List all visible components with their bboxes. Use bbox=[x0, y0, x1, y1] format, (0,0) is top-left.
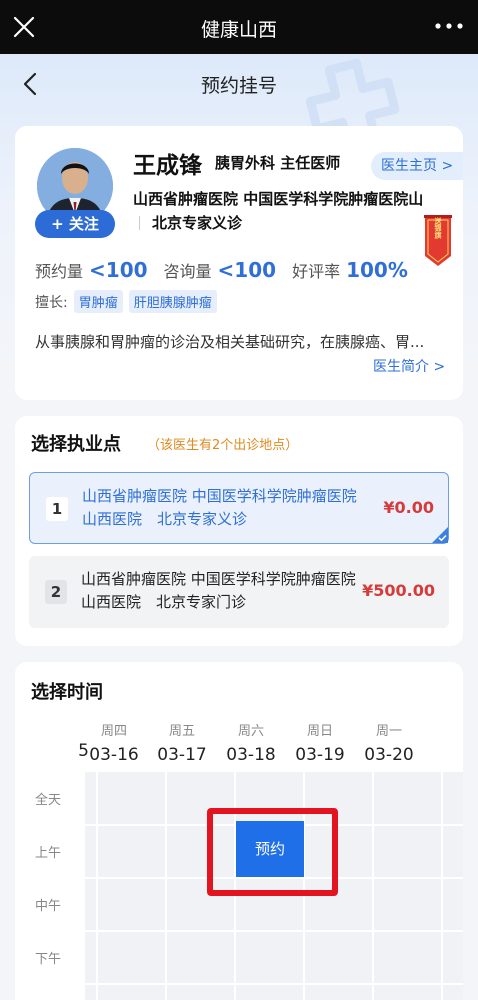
doctor-card: + 关注 王成锋 胰胃外科 主任医师 医生主页 > 山西省肿瘤医院 中国医学科学… bbox=[15, 126, 463, 400]
grid-column bbox=[98, 772, 165, 1000]
selected-check-icon bbox=[432, 527, 448, 543]
rating-value: 100% bbox=[346, 258, 408, 282]
divider bbox=[139, 216, 140, 230]
doctor-stats: 预约量 <100 咨询量 <100 好评率 100% bbox=[35, 258, 424, 282]
grid-divider bbox=[85, 983, 463, 985]
doctor-intro-link[interactable]: 医生简介 > bbox=[373, 356, 445, 376]
weekday-label: 周日 bbox=[306, 724, 333, 739]
grid-column bbox=[443, 772, 463, 1000]
specialty-tag: 胃肿瘤 bbox=[73, 290, 123, 313]
option-text: 山西省肿瘤医院 中国医学科学院肿瘤医院山西医院 北京专家义诊 bbox=[82, 487, 357, 528]
slot-label-afternoon: 下午 bbox=[35, 952, 62, 967]
pennant-label: 送锦旗 bbox=[434, 217, 443, 240]
grid-column bbox=[374, 772, 441, 1000]
doctor-title: 胰胃外科 主任医师 bbox=[215, 154, 341, 172]
slot-label-morning: 上午 bbox=[35, 846, 62, 861]
consult-count-value: <100 bbox=[217, 258, 277, 282]
pennant-banner-icon[interactable]: 送锦旗 bbox=[423, 214, 453, 268]
nav-bar: 预约挂号 bbox=[0, 54, 478, 112]
location-card: 选择执业点 （该医生有2个出诊地点） 1 山西省肿瘤医院 中国医学科学院肿瘤医院… bbox=[15, 416, 463, 646]
app-title-bar: 健康山西 bbox=[0, 0, 478, 54]
date-column[interactable]: 周一 03-20 bbox=[356, 720, 422, 765]
booking-count-label: 预约量 bbox=[35, 262, 84, 281]
clinic-type: 北京专家义诊 bbox=[152, 214, 243, 232]
doctor-name: 王成锋 bbox=[133, 153, 202, 179]
weekday-label: 周五 bbox=[168, 724, 195, 739]
consult-count-label: 咨询量 bbox=[163, 262, 212, 281]
specialty-row: 擅长: 胃肿瘤 肝胆胰腺肿瘤 bbox=[35, 290, 217, 313]
page-title: 预约挂号 bbox=[200, 75, 277, 97]
option-number: 2 bbox=[45, 580, 67, 604]
more-icon[interactable] bbox=[432, 14, 466, 38]
option-price: ¥500.00 bbox=[362, 581, 435, 600]
date-strip[interactable]: 5 周四 03-16 周五 03-17 周六 03-18 周日 03-19 周一… bbox=[77, 720, 463, 770]
highlight-box bbox=[207, 808, 338, 896]
schedule-section-title: 选择时间 bbox=[31, 682, 103, 703]
rating-label: 好评率 bbox=[292, 262, 341, 281]
date-label: 03-18 bbox=[226, 745, 276, 765]
specialty-tag: 肝胆胰腺肿瘤 bbox=[128, 290, 217, 313]
option-number: 1 bbox=[46, 497, 68, 521]
date-label: 03-20 bbox=[364, 745, 414, 765]
follow-button[interactable]: + 关注 bbox=[35, 210, 115, 238]
option-text: 山西省肿瘤医院 中国医学科学院肿瘤医院山西医院 北京专家门诊 bbox=[81, 570, 356, 611]
app-title: 健康山西 bbox=[200, 19, 277, 41]
location-option-1[interactable]: 1 山西省肿瘤医院 中国医学科学院肿瘤医院山西医院 北京专家义诊 ¥0.00 bbox=[29, 472, 449, 544]
doctor-bio: 从事胰腺和胃肿瘤的诊治及相关基础研究，在胰腺癌、胃... bbox=[35, 333, 425, 351]
booking-count-value: <100 bbox=[89, 258, 148, 282]
option-price: ¥0.00 bbox=[383, 498, 434, 517]
date-column[interactable]: 周日 03-19 bbox=[287, 720, 353, 765]
date-label: 03-16 bbox=[89, 745, 139, 765]
date-column[interactable]: 周六 03-18 bbox=[218, 720, 284, 765]
hospital-name-line2: 北京专家义诊 bbox=[133, 212, 242, 233]
slot-label-noon: 中午 bbox=[35, 899, 62, 914]
slot-label-allday: 全天 bbox=[35, 793, 62, 808]
weekday-label: 周六 bbox=[237, 724, 264, 739]
date-label: 03-17 bbox=[157, 745, 207, 765]
weekday-label: 周一 bbox=[375, 724, 402, 739]
date-column[interactable]: 周四 03-16 bbox=[81, 720, 147, 765]
doctor-home-link[interactable]: 医生主页 > bbox=[371, 152, 463, 180]
grid-column bbox=[85, 772, 96, 1000]
date-label: 03-19 bbox=[295, 745, 345, 765]
location-section-title: 选择执业点 bbox=[31, 434, 121, 455]
hospital-name-line1: 山西省肿瘤医院 中国医学科学院肿瘤医院山 bbox=[133, 190, 424, 208]
date-column[interactable]: 周五 03-17 bbox=[149, 720, 215, 765]
grid-divider bbox=[85, 930, 463, 932]
weekday-label: 周四 bbox=[100, 724, 127, 739]
specialty-label: 擅长: bbox=[35, 295, 68, 311]
location-option-2[interactable]: 2 山西省肿瘤医院 中国医学科学院肿瘤医院山西医院 北京专家门诊 ¥500.00 bbox=[29, 556, 449, 628]
location-hint: （该医生有2个出诊地点） bbox=[147, 438, 299, 453]
